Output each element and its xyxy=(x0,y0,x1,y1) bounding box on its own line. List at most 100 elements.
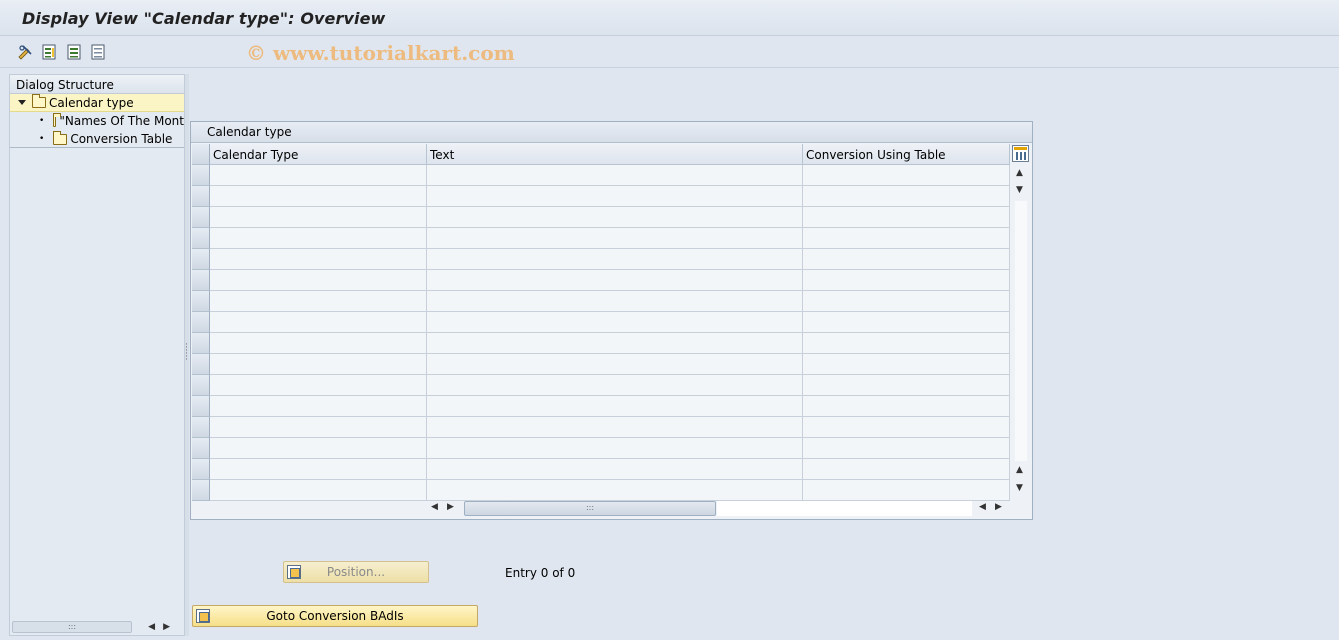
table-cell[interactable] xyxy=(803,375,1010,396)
vertical-scroll-track[interactable] xyxy=(1015,201,1027,461)
table-cell[interactable] xyxy=(427,249,803,270)
scroll-down-icon[interactable]: ▼ xyxy=(1016,483,1023,493)
table-cell[interactable] xyxy=(803,207,1010,228)
table-cell[interactable] xyxy=(210,459,427,480)
table-cell[interactable] xyxy=(210,480,427,501)
scroll-left-icon[interactable]: ◀ xyxy=(148,622,163,632)
table-cell[interactable] xyxy=(803,459,1010,480)
row-selector[interactable] xyxy=(192,312,210,333)
row-selector[interactable] xyxy=(192,375,210,396)
row-selector[interactable] xyxy=(192,228,210,249)
table-cell[interactable] xyxy=(803,354,1010,375)
table-cell[interactable] xyxy=(427,207,803,228)
table-cell[interactable] xyxy=(803,186,1010,207)
row-selector[interactable] xyxy=(192,333,210,354)
select-all-rows-corner[interactable] xyxy=(192,144,210,165)
table-cell[interactable] xyxy=(427,228,803,249)
row-selector[interactable] xyxy=(192,459,210,480)
table-cell[interactable] xyxy=(803,312,1010,333)
table-cell[interactable] xyxy=(427,375,803,396)
table-cell[interactable] xyxy=(803,249,1010,270)
row-selector[interactable] xyxy=(192,291,210,312)
row-selector[interactable] xyxy=(192,249,210,270)
table-cell[interactable] xyxy=(803,438,1010,459)
tree-separator xyxy=(10,147,184,148)
splitter-grip-icon[interactable]: · · · · · · xyxy=(185,341,188,365)
row-selector[interactable] xyxy=(192,438,210,459)
row-selector[interactable] xyxy=(192,396,210,417)
row-selector[interactable] xyxy=(192,417,210,438)
table-cell[interactable] xyxy=(803,480,1010,501)
table-cell[interactable] xyxy=(210,249,427,270)
scroll-left-end-icon[interactable]: ◀ xyxy=(979,502,986,512)
table-cell[interactable] xyxy=(803,228,1010,249)
table-cell[interactable] xyxy=(210,438,427,459)
select-all-icon[interactable] xyxy=(65,43,83,61)
details-icon[interactable] xyxy=(40,43,58,61)
panel-splitter[interactable]: · · · · · · xyxy=(185,74,189,636)
change-display-icon[interactable] xyxy=(16,43,34,61)
tree-horizontal-scrollbar[interactable]: ::: xyxy=(12,621,132,633)
table-cell[interactable] xyxy=(427,186,803,207)
position-button[interactable]: Position... xyxy=(283,561,429,583)
horizontal-scroll-track[interactable] xyxy=(717,501,972,516)
table-cell[interactable] xyxy=(427,438,803,459)
row-selector[interactable] xyxy=(192,186,210,207)
page-up-icon[interactable]: ▲ xyxy=(1016,465,1023,475)
table-cell[interactable] xyxy=(427,459,803,480)
table-cell[interactable] xyxy=(210,333,427,354)
table-cell[interactable] xyxy=(210,312,427,333)
table-cell[interactable] xyxy=(427,270,803,291)
table-cell[interactable] xyxy=(210,228,427,249)
table-cell[interactable] xyxy=(803,291,1010,312)
column-header-calendar-type[interactable]: Calendar Type xyxy=(210,144,427,165)
deselect-icon[interactable] xyxy=(89,43,107,61)
folder-icon xyxy=(53,130,68,145)
page-down-icon[interactable]: ▼ xyxy=(1016,185,1023,195)
table-cell[interactable] xyxy=(803,333,1010,354)
table-cell[interactable] xyxy=(803,165,1010,186)
table-cell[interactable] xyxy=(803,396,1010,417)
table-cell[interactable] xyxy=(210,354,427,375)
table-cell[interactable] xyxy=(427,417,803,438)
table-settings-icon[interactable] xyxy=(1012,145,1029,162)
row-selector[interactable] xyxy=(192,207,210,228)
scroll-left-icon[interactable]: ◀ xyxy=(431,502,438,512)
scroll-up-icon[interactable]: ▲ xyxy=(1016,168,1023,178)
table-cell[interactable] xyxy=(803,417,1010,438)
scroll-right-end-icon[interactable]: ▶ xyxy=(995,502,1002,512)
table-cell[interactable] xyxy=(427,396,803,417)
table-cell[interactable] xyxy=(427,333,803,354)
table-cell[interactable] xyxy=(427,291,803,312)
table-vertical-scrollbar[interactable]: ▲ ▼ ▲ ▼ xyxy=(1012,165,1029,497)
tree-item-names-of-the-months[interactable]: • "Names Of The Mont xyxy=(10,112,184,130)
table-cell[interactable] xyxy=(210,417,427,438)
tree-item-conversion-table[interactable]: • Conversion Table xyxy=(10,130,184,148)
table-cell[interactable] xyxy=(803,270,1010,291)
row-selector[interactable] xyxy=(192,354,210,375)
column-header-conversion-using-table[interactable]: Conversion Using Table xyxy=(803,144,1010,165)
column-header-text[interactable]: Text xyxy=(427,144,803,165)
table-cell[interactable] xyxy=(427,480,803,501)
tree-scroll-arrows[interactable]: ◀▶ xyxy=(148,622,178,632)
table-cell[interactable] xyxy=(210,165,427,186)
table-cell[interactable] xyxy=(210,207,427,228)
table-cell[interactable] xyxy=(210,291,427,312)
scroll-right-icon[interactable]: ▶ xyxy=(163,622,178,632)
table-cell[interactable] xyxy=(210,186,427,207)
row-selector[interactable] xyxy=(192,165,210,186)
table-cell[interactable] xyxy=(210,270,427,291)
tree-item-calendar-type[interactable]: Calendar type xyxy=(10,94,184,112)
table-cell[interactable] xyxy=(427,165,803,186)
row-selector[interactable] xyxy=(192,270,210,291)
scroll-right-icon[interactable]: ▶ xyxy=(447,502,454,512)
table-cell[interactable] xyxy=(210,396,427,417)
table-horizontal-scrollbar[interactable]: ◀ ▶ ::: ◀ ▶ xyxy=(427,500,1009,517)
goto-conversion-badis-button[interactable]: Goto Conversion BAdIs xyxy=(192,605,478,627)
table-cell[interactable] xyxy=(427,354,803,375)
expand-triangle-icon[interactable] xyxy=(18,100,26,105)
table-cell[interactable] xyxy=(427,312,803,333)
table-cell[interactable] xyxy=(210,375,427,396)
horizontal-scroll-thumb[interactable]: ::: xyxy=(464,501,716,516)
row-selector[interactable] xyxy=(192,480,210,501)
